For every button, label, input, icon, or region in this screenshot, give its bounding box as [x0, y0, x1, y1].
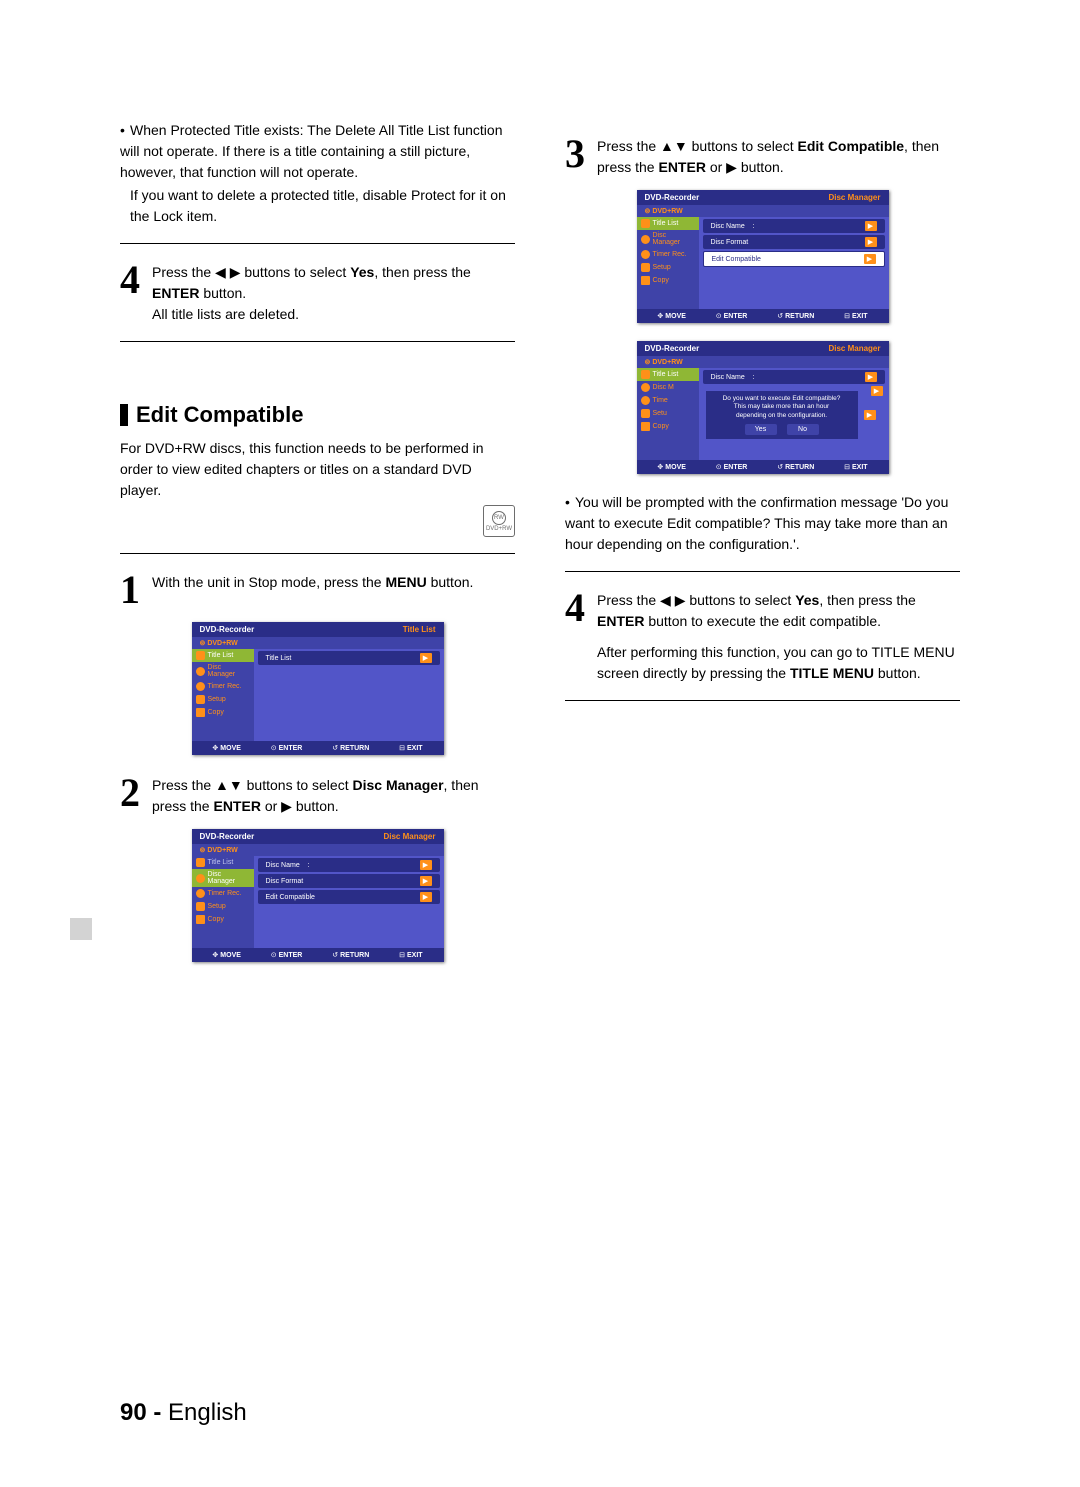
section-bar-icon — [120, 404, 128, 426]
left-step-2: 2 Press the ▲▼ buttons to select Disc Ma… — [120, 773, 515, 817]
step-text: Press the ▲▼ buttons to select Disc Mana… — [152, 773, 515, 817]
step-text: Press the ◀ ▶ buttons to select Yes, the… — [597, 588, 960, 684]
right-step-3: 3 Press the ▲▼ buttons to select Edit Co… — [565, 134, 960, 178]
sidebar-item-timer-rec: Timer Rec. — [192, 887, 254, 900]
dialog-yes-button[interactable]: Yes — [745, 424, 777, 435]
sidebar-item-timer-rec: Timer Rec. — [637, 248, 699, 261]
section-description: For DVD+RW discs, this function needs to… — [120, 438, 515, 501]
arrow-right-icon: ▶ — [420, 653, 432, 663]
sidebar-item-disc-manager: Disc Manager — [192, 869, 254, 887]
step-text: With the unit in Stop mode, press the ME… — [152, 570, 473, 593]
sidebar-item-title-list: Title List — [192, 856, 254, 869]
sidebar-item-setu: Setu — [637, 407, 699, 420]
bullet-icon: • — [565, 492, 575, 513]
section-title: Edit Compatible — [136, 402, 303, 428]
left-column: •When Protected Title exists: The Delete… — [120, 120, 515, 980]
left-step-1: 1 With the unit in Stop mode, press the … — [120, 570, 515, 610]
osd-screenshot-3: DVD-Recorder Disc Manager ⊚ DVD+RW Title… — [637, 190, 889, 323]
osd-main: Title List▶ — [254, 649, 444, 741]
sidebar-item-title-list: Title List — [637, 217, 699, 230]
sidebar-item-disc-manager: Disc Manager — [637, 230, 699, 248]
step-number: 3 — [565, 134, 585, 174]
sidebar-item-copy: Copy — [192, 913, 254, 926]
sidebar-item-setup: Setup — [637, 261, 699, 274]
sidebar-item-copy: Copy — [637, 420, 699, 433]
right-column: 3 Press the ▲▼ buttons to select Edit Co… — [565, 120, 960, 980]
step-text: Press the ◀ ▶ buttons to select Yes, the… — [152, 260, 515, 325]
enter-icon: ⊙ — [271, 744, 277, 752]
step-number: 2 — [120, 773, 140, 813]
protected-disable-note: If you want to delete a protected title,… — [120, 185, 515, 227]
bullet-icon: • — [120, 120, 130, 141]
divider — [120, 243, 515, 244]
updown-icon: ▲▼ — [660, 138, 688, 154]
left-step-4: 4 Press the ◀ ▶ buttons to select Yes, t… — [120, 260, 515, 325]
left-icon: ◀ ▶ — [215, 264, 240, 280]
sidebar-item-title-list: Title List — [192, 649, 254, 662]
updown-icon: ▲▼ — [215, 777, 243, 793]
side-tab-marker — [70, 918, 92, 940]
return-icon: ↺ — [332, 744, 338, 752]
osd-sidebar: Title List Disc Manager Timer Rec. Setup… — [192, 649, 254, 741]
sidebar-item-setup: Setup — [192, 693, 254, 706]
sidebar-item-title-list: Title List — [637, 368, 699, 381]
step-number: 4 — [565, 588, 585, 628]
osd-confirm-dialog: Do you want to execute Edit compatible? … — [705, 390, 859, 440]
sidebar-item-setup: Setup — [192, 900, 254, 913]
dvdrw-icon: RW DVD+RW — [483, 505, 515, 537]
sidebar-item-copy: Copy — [637, 274, 699, 287]
dialog-no-button[interactable]: No — [787, 424, 819, 435]
divider — [565, 571, 960, 572]
right-step-4: 4 Press the ◀ ▶ buttons to select Yes, t… — [565, 588, 960, 684]
leftright-icon: ◀ ▶ — [660, 592, 685, 608]
sidebar-item-timer-rec: Timer Rec. — [192, 680, 254, 693]
arrow-right-icon: ▶ — [864, 410, 876, 420]
protected-bullet-text: When Protected Title exists: The Delete … — [120, 122, 502, 180]
page-footer: 90 - English — [120, 1399, 247, 1427]
divider — [120, 341, 515, 342]
divider — [565, 700, 960, 701]
disc-icon: ⊚ — [200, 640, 206, 647]
sidebar-item-disc: Disc M — [637, 381, 699, 394]
sidebar-item-copy: Copy — [192, 706, 254, 719]
sidebar-item-time: Time — [637, 394, 699, 407]
exit-icon: ⊟ — [399, 744, 405, 752]
divider — [120, 553, 515, 554]
right-icon: ▶ — [726, 159, 737, 175]
sidebar-item-disc-manager: Disc Manager — [192, 662, 254, 680]
right-icon: ▶ — [281, 798, 292, 814]
osd-screenshot-2: DVD-Recorder Disc Manager ⊚ DVD+RW Title… — [192, 829, 444, 962]
move-icon: ✥ — [212, 744, 218, 752]
osd-title: DVD-Recorder — [200, 625, 255, 634]
prompt-bullet: •You will be prompted with the confirmat… — [565, 492, 960, 555]
section-heading: Edit Compatible — [120, 402, 515, 428]
step-number: 4 — [120, 260, 140, 300]
osd-screenshot-1: DVD-Recorder Title List ⊚ DVD+RW Title L… — [192, 622, 444, 755]
osd-context: Title List — [403, 625, 436, 634]
step-number: 1 — [120, 570, 140, 610]
protected-title-note: •When Protected Title exists: The Delete… — [120, 120, 515, 227]
osd-screenshot-4: DVD-Recorder Disc Manager ⊚ DVD+RW Title… — [637, 341, 889, 474]
step-text: Press the ▲▼ buttons to select Edit Comp… — [597, 134, 960, 178]
